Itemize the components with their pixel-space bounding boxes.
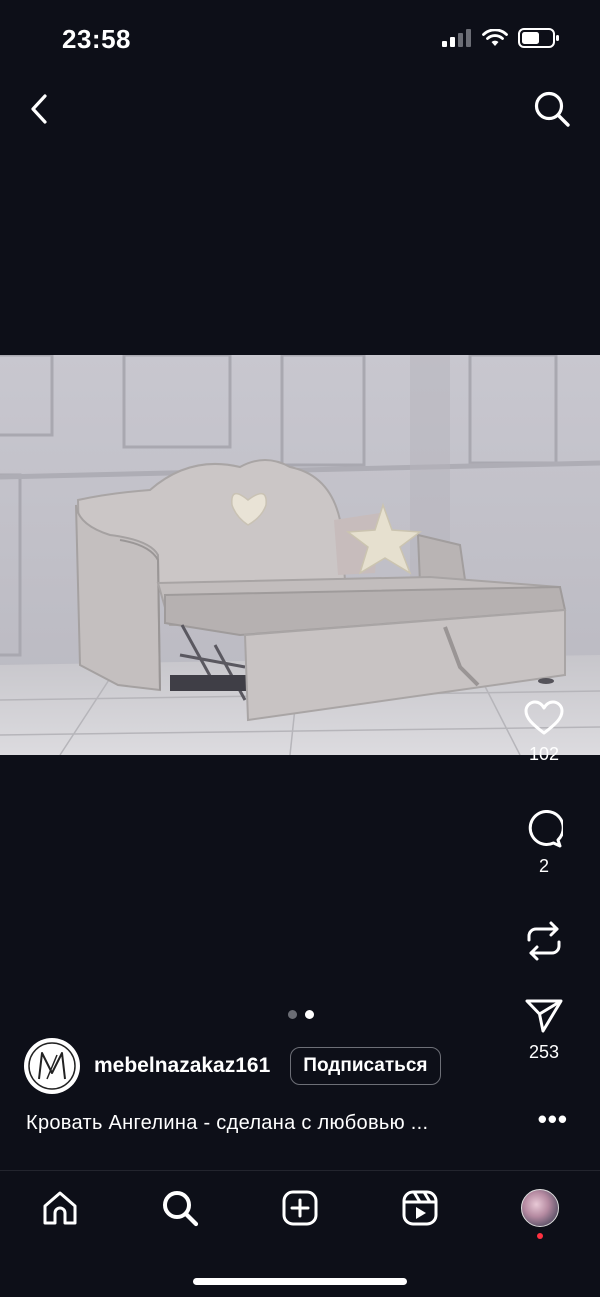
nav-home[interactable]	[40, 1188, 80, 1228]
brand-logo-icon	[28, 1042, 76, 1090]
nav-create[interactable]	[280, 1188, 320, 1228]
chevron-left-icon	[31, 94, 47, 124]
more-options-button[interactable]: •••	[538, 1104, 568, 1135]
author-username[interactable]: mebelnazakaz161	[94, 1054, 270, 1078]
cellular-signal-icon	[442, 29, 471, 47]
repost-icon	[527, 921, 561, 961]
author-avatar[interactable]	[24, 1038, 80, 1094]
author-row: mebelnazakaz161 Подписаться	[24, 1038, 441, 1094]
like-group: 102	[514, 700, 574, 765]
profile-avatar	[521, 1189, 559, 1227]
add-icon	[282, 1190, 318, 1226]
search-icon	[163, 1191, 199, 1227]
home-indicator	[193, 1278, 407, 1285]
bottom-divider	[0, 1170, 600, 1171]
bottom-nav	[0, 1180, 600, 1240]
status-time: 23:58	[62, 24, 131, 54]
nav-profile[interactable]	[520, 1188, 560, 1228]
back-button[interactable]	[22, 92, 54, 126]
repost-group	[514, 920, 574, 962]
wifi-icon	[482, 29, 508, 46]
carousel-dot	[288, 1010, 297, 1019]
comment-count: 2	[538, 856, 549, 876]
nav-search[interactable]	[160, 1188, 200, 1228]
reels-icon	[402, 1190, 438, 1226]
share-count: 253	[528, 1042, 560, 1062]
repost-button[interactable]	[525, 920, 563, 962]
share-group: 253	[514, 998, 574, 1063]
home-icon	[43, 1191, 77, 1225]
carousel-dot-active	[305, 1010, 314, 1019]
post-image[interactable]	[0, 355, 600, 755]
follow-button[interactable]: Подписаться	[290, 1047, 441, 1085]
share-button[interactable]	[525, 998, 563, 1034]
comment-group: 2	[514, 810, 574, 877]
post-caption[interactable]: Кровать Ангелина - сделана с любовью ...	[26, 1112, 428, 1135]
heart-icon	[524, 700, 564, 735]
like-count: 102	[528, 744, 560, 764]
nav-reels[interactable]	[400, 1188, 440, 1228]
notification-dot	[537, 1233, 543, 1239]
comment-icon	[528, 810, 563, 848]
send-icon	[525, 999, 563, 1033]
comment-button[interactable]	[525, 810, 563, 848]
carousel-indicator	[288, 1010, 314, 1019]
battery-icon	[518, 28, 559, 48]
search-icon	[534, 91, 570, 127]
search-button[interactable]	[533, 90, 571, 128]
like-button[interactable]	[524, 700, 564, 736]
status-icons	[442, 28, 560, 48]
